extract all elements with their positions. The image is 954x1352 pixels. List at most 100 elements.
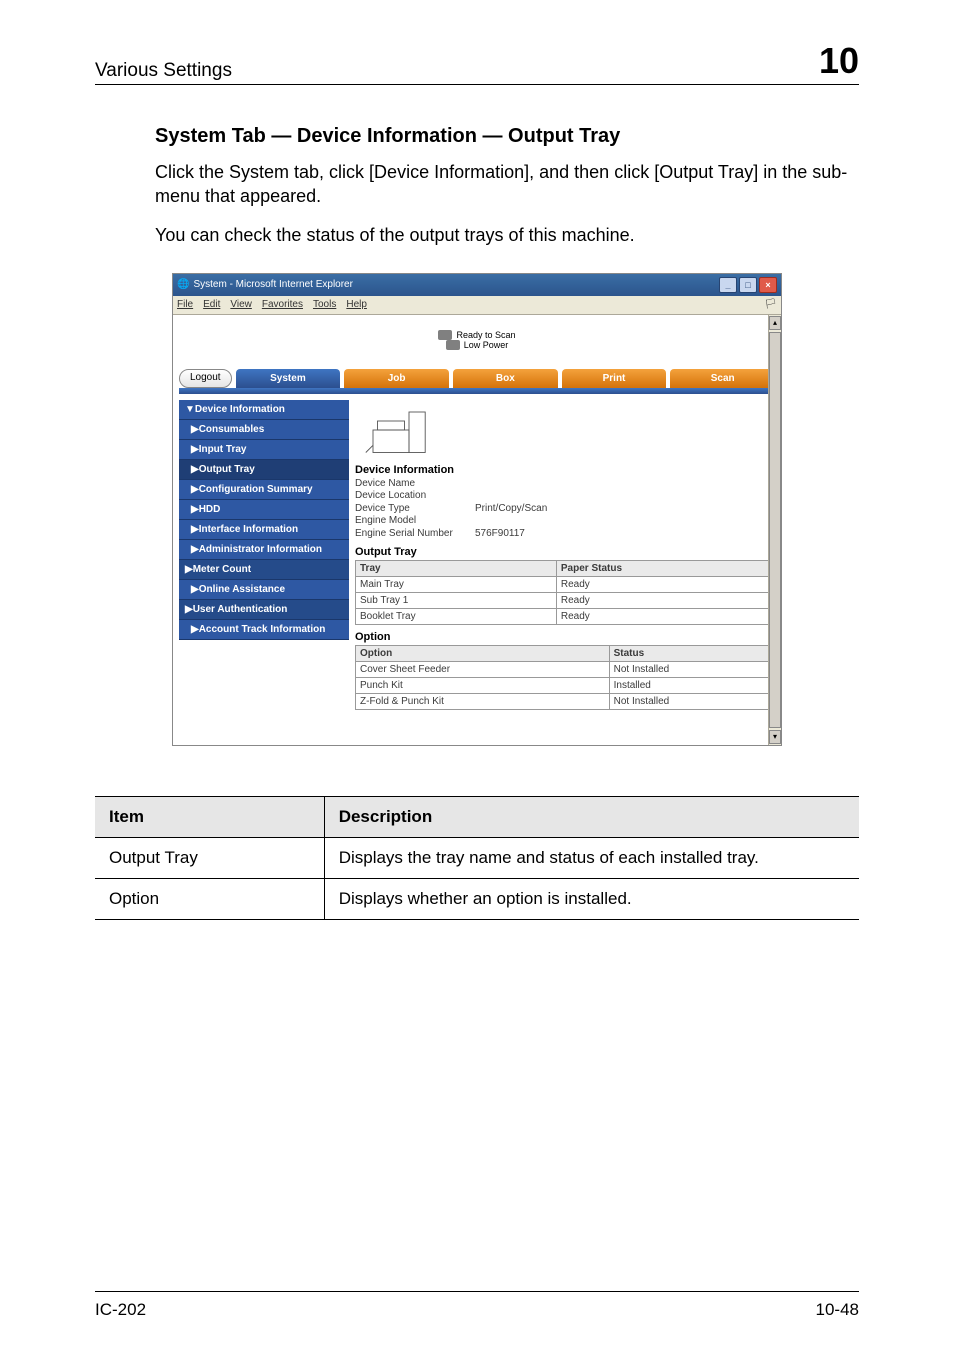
page-header: Various Settings 10 bbox=[95, 40, 859, 85]
table-row: Cover Sheet FeederNot Installed bbox=[356, 662, 775, 678]
status-icon-power bbox=[446, 340, 460, 350]
page-footer: IC-202 10-48 bbox=[95, 1291, 859, 1320]
window-title: System - Microsoft Internet Explorer bbox=[193, 279, 353, 290]
heading-option: Option bbox=[355, 631, 775, 643]
sidebar-online-assistance[interactable]: ▶Online Assistance bbox=[179, 580, 349, 600]
sidebar: ▼Device Information ▶Consumables ▶Input … bbox=[179, 400, 349, 717]
menu-edit[interactable]: Edit bbox=[203, 299, 220, 310]
sidebar-user-authentication[interactable]: ▶User Authentication bbox=[179, 600, 349, 620]
tab-print[interactable]: Print bbox=[562, 369, 667, 388]
cell: Not Installed bbox=[609, 662, 774, 678]
table-option: Option Status Cover Sheet FeederNot Inst… bbox=[355, 645, 775, 710]
cell-item: Output Tray bbox=[95, 837, 324, 878]
col-description: Description bbox=[324, 796, 859, 837]
section-title: System Tab — Device Information — Output… bbox=[155, 125, 859, 148]
item-description-table: Item Description Output Tray Displays th… bbox=[95, 796, 859, 920]
menu-tools[interactable]: Tools bbox=[313, 299, 336, 310]
tab-job[interactable]: Job bbox=[344, 369, 449, 388]
table-row: Option Displays whether an option is ins… bbox=[95, 878, 859, 919]
minimize-button[interactable]: _ bbox=[719, 277, 737, 293]
sidebar-interface-information[interactable]: ▶Interface Information bbox=[179, 520, 349, 540]
cell: Cover Sheet Feeder bbox=[356, 662, 610, 678]
cell: Booklet Tray bbox=[356, 609, 557, 625]
status-icon-scan bbox=[438, 330, 452, 340]
col-tray: Tray bbox=[356, 561, 557, 577]
kv-key: Device Type bbox=[355, 503, 475, 516]
cell: Main Tray bbox=[356, 577, 557, 593]
status-text-1: Ready to Scan bbox=[456, 330, 515, 340]
tab-scan[interactable]: Scan bbox=[670, 369, 775, 388]
kv-val: 576F90117 bbox=[475, 528, 525, 541]
body-paragraph-1: Click the System tab, click [Device Info… bbox=[155, 160, 859, 209]
table-row: Output Tray Displays the tray name and s… bbox=[95, 837, 859, 878]
vertical-scrollbar[interactable]: ▴ ▾ bbox=[768, 315, 781, 745]
heading-output-tray: Output Tray bbox=[355, 546, 775, 558]
menu-favorites[interactable]: Favorites bbox=[262, 299, 303, 310]
tab-row: Logout System Job Box Print Scan bbox=[173, 365, 781, 388]
menu-view[interactable]: View bbox=[230, 299, 252, 310]
cell: Z-Fold & Punch Kit bbox=[356, 694, 610, 710]
table-row: Main TrayReady bbox=[356, 577, 775, 593]
kv-key: Device Location bbox=[355, 490, 475, 503]
menubar: File Edit View Favorites Tools Help 🏳 bbox=[173, 296, 781, 315]
cell-desc: Displays whether an option is installed. bbox=[324, 878, 859, 919]
status-area: Ready to Scan Low Power bbox=[173, 315, 781, 365]
sidebar-output-tray[interactable]: ▶Output Tray bbox=[179, 460, 349, 480]
heading-device-information: Device Information bbox=[355, 464, 775, 476]
status-text-2: Low Power bbox=[464, 340, 509, 350]
cell: Ready bbox=[556, 593, 774, 609]
screenshot: 🌐 System - Microsoft Internet Explorer _… bbox=[172, 273, 782, 746]
maximize-button[interactable]: □ bbox=[739, 277, 757, 293]
tab-system[interactable]: System bbox=[236, 369, 341, 388]
table-row: Sub Tray 1Ready bbox=[356, 593, 775, 609]
table-row: Z-Fold & Punch KitNot Installed bbox=[356, 694, 775, 710]
window-titlebar: 🌐 System - Microsoft Internet Explorer _… bbox=[173, 274, 781, 296]
scroll-thumb[interactable] bbox=[769, 332, 781, 728]
logout-button[interactable]: Logout bbox=[179, 369, 232, 388]
sidebar-meter-count[interactable]: ▶Meter Count bbox=[179, 560, 349, 580]
ie-flag-icon: 🏳 bbox=[764, 299, 777, 310]
scroll-down-button[interactable]: ▾ bbox=[769, 730, 781, 744]
kv-val: Print/Copy/Scan bbox=[475, 503, 547, 516]
sidebar-consumables[interactable]: ▶Consumables bbox=[179, 420, 349, 440]
table-row: Booklet TrayReady bbox=[356, 609, 775, 625]
table-output-tray: Tray Paper Status Main TrayReady Sub Tra… bbox=[355, 560, 775, 625]
cell-desc: Displays the tray name and status of eac… bbox=[324, 837, 859, 878]
sidebar-administrator-information[interactable]: ▶Administrator Information bbox=[179, 540, 349, 560]
page-title: Various Settings bbox=[95, 60, 232, 82]
col-paper-status: Paper Status bbox=[556, 561, 774, 577]
kv-key: Device Name bbox=[355, 478, 475, 491]
footer-right: 10-48 bbox=[816, 1300, 859, 1320]
device-illustration bbox=[355, 400, 445, 460]
menu-help[interactable]: Help bbox=[346, 299, 367, 310]
close-button[interactable]: × bbox=[759, 277, 777, 293]
kv-key: Engine Serial Number bbox=[355, 528, 475, 541]
col-option: Option bbox=[356, 646, 610, 662]
tab-strip bbox=[179, 388, 775, 394]
sidebar-device-information[interactable]: ▼Device Information bbox=[179, 400, 349, 420]
col-status: Status bbox=[609, 646, 774, 662]
kv-key: Engine Model bbox=[355, 515, 475, 528]
footer-left: IC-202 bbox=[95, 1300, 146, 1320]
body-paragraph-2: You can check the status of the output t… bbox=[155, 223, 859, 247]
tab-box[interactable]: Box bbox=[453, 369, 558, 388]
cell: Sub Tray 1 bbox=[356, 593, 557, 609]
cell: Ready bbox=[556, 609, 774, 625]
device-info-list: Device Name Device Location Device TypeP… bbox=[355, 478, 775, 541]
sidebar-hdd[interactable]: ▶HDD bbox=[179, 500, 349, 520]
cell: Installed bbox=[609, 678, 774, 694]
sidebar-account-track-information[interactable]: ▶Account Track Information bbox=[179, 620, 349, 640]
cell: Punch Kit bbox=[356, 678, 610, 694]
cell: Ready bbox=[556, 577, 774, 593]
menu-file[interactable]: File bbox=[177, 299, 193, 310]
sidebar-configuration-summary[interactable]: ▶Configuration Summary bbox=[179, 480, 349, 500]
scroll-up-button[interactable]: ▴ bbox=[769, 316, 781, 330]
ie-icon: 🌐 bbox=[177, 279, 189, 290]
cell-item: Option bbox=[95, 878, 324, 919]
panel: Device Information Device Name Device Lo… bbox=[355, 400, 775, 717]
cell: Not Installed bbox=[609, 694, 774, 710]
col-item: Item bbox=[95, 796, 324, 837]
table-row: Punch KitInstalled bbox=[356, 678, 775, 694]
sidebar-input-tray[interactable]: ▶Input Tray bbox=[179, 440, 349, 460]
chapter-number: 10 bbox=[819, 40, 859, 82]
